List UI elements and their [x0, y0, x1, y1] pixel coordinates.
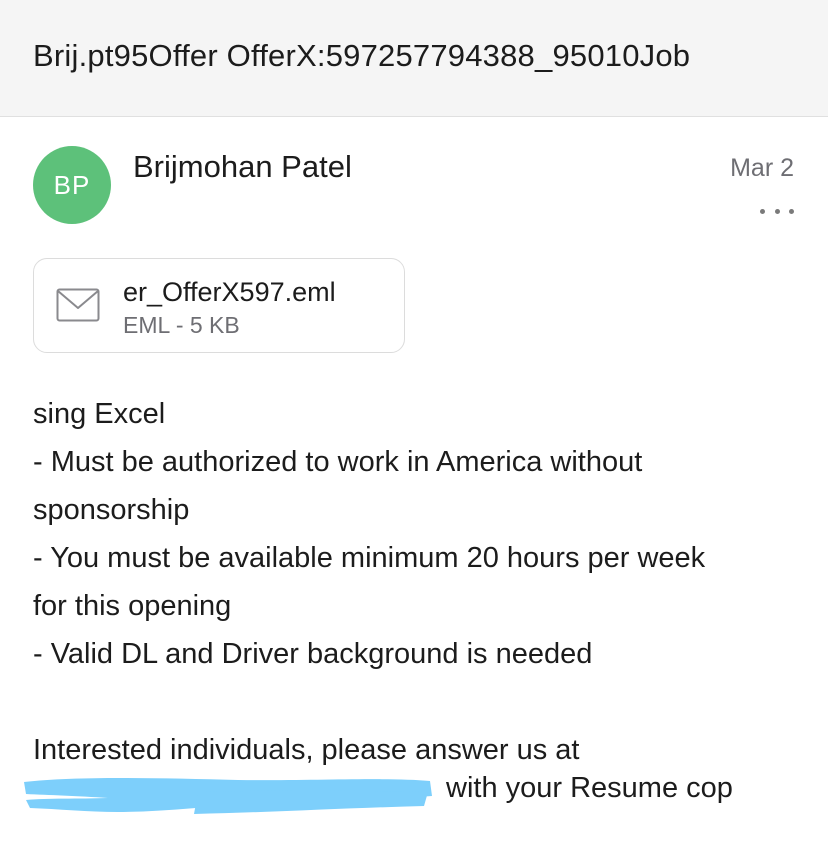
more-horizontal-icon[interactable]	[760, 197, 794, 225]
body-line: Interested individuals, please answer us…	[33, 734, 580, 766]
mail-envelope-icon	[56, 288, 100, 322]
more-dot	[760, 208, 765, 214]
attachment-meta: EML - 5 KB	[123, 312, 240, 338]
more-dot	[789, 208, 794, 214]
body-line: sponsorship	[33, 494, 190, 526]
sender-name[interactable]: Brijmohan Patel	[133, 149, 352, 185]
body-line: for this opening	[33, 590, 232, 622]
body-line-tail: with your Resume cop	[446, 772, 733, 804]
body-line: - Valid DL and Driver background is need…	[33, 638, 593, 670]
redaction-scribble	[24, 778, 432, 814]
message-date: Mar 2	[730, 154, 794, 182]
sender-avatar[interactable]: BP	[33, 146, 111, 224]
subject-header: Brij.pt95Offer OfferX:597257794388_95010…	[0, 0, 828, 117]
attachment-card[interactable]: er_OfferX597.eml EML - 5 KB	[33, 258, 405, 353]
body-line: - You must be available minimum 20 hours…	[33, 542, 706, 574]
attachment-filename: er_OfferX597.eml	[123, 277, 336, 307]
email-subject: Brij.pt95Offer OfferX:597257794388_95010…	[33, 38, 691, 73]
message-body: sing Excel - Must be authorized to work …	[33, 390, 803, 774]
body-line: - Must be authorized to work in America …	[33, 446, 643, 478]
more-dot	[774, 208, 780, 214]
body-blank-line	[33, 678, 803, 726]
avatar-initials: BP	[53, 169, 91, 200]
body-line: sing Excel	[33, 398, 166, 430]
